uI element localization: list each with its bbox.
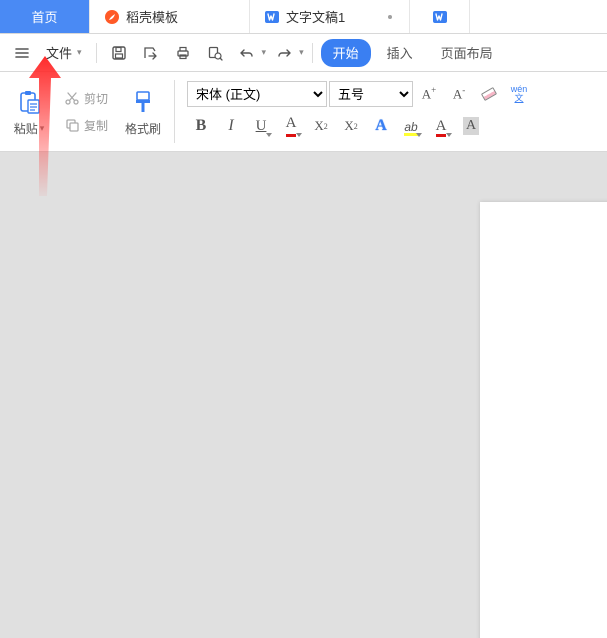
docker-icon: [104, 9, 120, 25]
save-as-icon[interactable]: [137, 39, 165, 67]
menu-tab-insert-label: 插入: [387, 43, 413, 62]
separator: [96, 43, 97, 63]
scissors-icon: [64, 90, 80, 106]
format-painter-label: 格式刷: [125, 120, 161, 137]
superscript-button[interactable]: X2: [307, 112, 335, 140]
chevron-down-icon: ▾: [77, 47, 82, 58]
strike-emphasis-button[interactable]: A: [277, 112, 305, 140]
quick-access-toolbar: 文件 ▾ ▾ ▾ 开始 插入 页面布局: [0, 34, 607, 72]
menu-tab-start-label: 开始: [333, 43, 359, 62]
font-size-select[interactable]: 五号: [329, 81, 413, 107]
separator: [174, 80, 175, 143]
cut-button[interactable]: 剪切: [60, 88, 112, 109]
highlight-icon: ab: [404, 119, 417, 134]
paste-button[interactable]: 粘贴▾: [6, 77, 52, 147]
chevron-down-icon: ▾: [262, 47, 267, 58]
copy-label: 复制: [84, 117, 108, 134]
decrease-font-button[interactable]: A-: [445, 80, 473, 108]
subscript-button[interactable]: X2: [337, 112, 365, 140]
tab-home[interactable]: 首页: [0, 0, 90, 33]
menu-tab-insert[interactable]: 插入: [375, 39, 425, 67]
font-color-button[interactable]: A: [427, 112, 455, 140]
cut-label: 剪切: [84, 90, 108, 107]
paste-label: 粘贴▾: [14, 120, 45, 137]
menu-tab-start[interactable]: 开始: [321, 39, 371, 67]
tab-docker-label: 稻壳模板: [126, 7, 178, 26]
ribbon: 粘贴▾ 剪切 复制 格式刷 宋体 (正文): [0, 72, 607, 152]
paste-icon: [13, 86, 45, 118]
file-menu[interactable]: 文件 ▾: [40, 39, 88, 67]
clear-format-button[interactable]: [475, 80, 503, 108]
print-preview-icon[interactable]: [201, 39, 229, 67]
char-shading-button[interactable]: A: [457, 112, 485, 140]
copy-button[interactable]: 复制: [60, 115, 112, 136]
highlight-button[interactable]: ab: [397, 112, 425, 140]
redo-button[interactable]: ▾: [270, 39, 304, 67]
undo-icon: [233, 39, 261, 67]
italic-button[interactable]: I: [217, 112, 245, 140]
tab-docker-templates[interactable]: 稻壳模板: [90, 0, 250, 33]
word-doc-icon: [264, 9, 280, 25]
eraser-icon: [481, 87, 497, 101]
tab-doc1[interactable]: 文字文稿1: [250, 0, 410, 33]
copy-icon: [64, 117, 80, 133]
font-color-icon: A: [436, 118, 447, 135]
separator: [312, 43, 313, 63]
document-page[interactable]: [480, 202, 607, 638]
document-canvas[interactable]: [0, 152, 607, 638]
ribbon-group-clipboard: 粘贴▾: [4, 76, 54, 147]
ribbon-group-cutcopy: 剪切 复制: [58, 76, 114, 147]
increase-font-button[interactable]: A+: [415, 80, 443, 108]
chevron-down-icon: ▾: [299, 47, 304, 58]
tab-home-label: 首页: [31, 7, 57, 26]
phonetic-icon: wén 文: [511, 85, 528, 103]
menu-tab-layout-label: 页面布局: [441, 43, 493, 62]
bold-button[interactable]: B: [187, 112, 215, 140]
underline-button[interactable]: U: [247, 112, 275, 140]
font-name-select[interactable]: 宋体 (正文): [187, 81, 327, 107]
format-painter-icon: [127, 86, 159, 118]
phonetic-guide-button[interactable]: wén 文: [505, 80, 533, 108]
format-painter-button[interactable]: 格式刷: [120, 77, 166, 147]
print-icon[interactable]: [169, 39, 197, 67]
undo-button[interactable]: ▾: [233, 39, 267, 67]
file-menu-label: 文件: [46, 43, 72, 62]
save-icon[interactable]: [105, 39, 133, 67]
redo-icon: [270, 39, 298, 67]
tab-doc1-label: 文字文稿1: [286, 7, 345, 26]
tab-doc-extra[interactable]: [410, 0, 470, 33]
ribbon-group-formatpainter: 格式刷: [118, 76, 168, 147]
text-effects-button[interactable]: A: [367, 112, 395, 140]
menu-tab-layout[interactable]: 页面布局: [429, 39, 505, 67]
tab-doc1-close[interactable]: [385, 12, 395, 22]
word-doc-icon: [432, 9, 448, 25]
tab-bar: 首页 稻壳模板 文字文稿1: [0, 0, 607, 34]
ribbon-group-font: 宋体 (正文) 五号 A+ A- wén 文: [181, 76, 603, 147]
hamburger-menu-icon[interactable]: [8, 39, 36, 67]
